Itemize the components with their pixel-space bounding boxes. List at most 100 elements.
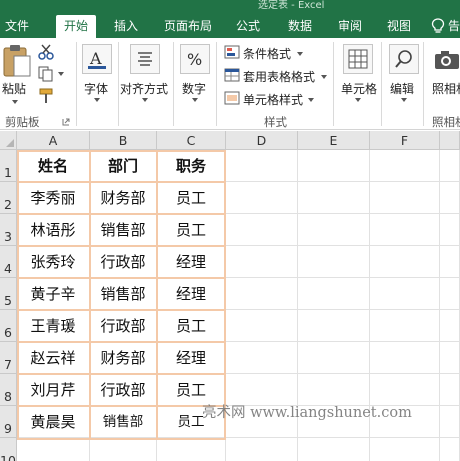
empty-cell[interactable] [440,182,460,214]
empty-cell[interactable] [298,150,370,182]
table-format-icon[interactable] [224,68,240,82]
paste-dropdown-caret[interactable] [12,100,18,104]
empty-cell[interactable] [440,310,460,342]
empty-cell[interactable] [226,342,298,374]
column-header-e[interactable]: E [298,131,370,150]
table-cell[interactable]: 财务部 [90,182,157,214]
empty-cell[interactable] [226,150,298,182]
empty-cell[interactable] [440,406,460,438]
empty-cell[interactable] [440,214,460,246]
empty-cell[interactable] [440,246,460,278]
column-header-b[interactable]: B [90,131,157,150]
table-cell[interactable]: 销售部 [90,406,157,438]
table-cell[interactable]: 王青瑗 [17,310,90,342]
table-header-cell[interactable]: 职务 [157,150,226,182]
empty-cell[interactable] [298,246,370,278]
font-caret[interactable] [94,98,100,102]
table-cell[interactable]: 行政部 [90,374,157,406]
row-header-6[interactable]: 6 [0,310,17,342]
alignment-caret[interactable] [142,98,148,102]
table-cell[interactable]: 林语彤 [17,214,90,246]
empty-cell[interactable] [370,310,440,342]
empty-cell[interactable] [440,278,460,310]
camera-icon[interactable] [434,50,460,70]
dialog-launcher-icon[interactable] [62,118,70,126]
row-header-7[interactable]: 7 [0,342,17,374]
row-header-2[interactable]: 2 [0,182,17,214]
empty-cell[interactable] [17,438,90,461]
table-cell[interactable]: 李秀丽 [17,182,90,214]
row-header-9[interactable]: 9 [0,406,17,438]
row-header-5[interactable]: 5 [0,278,17,310]
paste-label[interactable]: 粘贴 [2,80,26,97]
table-cell[interactable]: 销售部 [90,278,157,310]
row-header-4[interactable]: 4 [0,246,17,278]
empty-cell[interactable] [440,374,460,406]
camera-label[interactable]: 照相机 [432,80,460,97]
table-format-label[interactable]: 套用表格格式 [243,68,315,85]
empty-cell[interactable] [226,214,298,246]
table-cell[interactable]: 经理 [157,246,226,278]
tab-page-layout[interactable]: 页面布局 [157,15,219,38]
empty-cell[interactable] [370,214,440,246]
table-cell[interactable]: 黄子辛 [17,278,90,310]
editing-caret[interactable] [401,98,407,102]
table-cell[interactable]: 行政部 [90,310,157,342]
table-cell[interactable]: 行政部 [90,246,157,278]
empty-cell[interactable] [370,150,440,182]
empty-cell[interactable] [226,182,298,214]
empty-cell[interactable] [370,182,440,214]
table-cell[interactable]: 经理 [157,342,226,374]
row-header-3[interactable]: 3 [0,214,17,246]
empty-cell[interactable] [298,310,370,342]
empty-cell[interactable] [298,214,370,246]
empty-cell[interactable] [90,438,157,461]
table-cell[interactable]: 财务部 [90,342,157,374]
table-cell[interactable]: 员工 [157,214,226,246]
table-header-cell[interactable]: 姓名 [17,150,90,182]
tab-file[interactable]: 文件 [0,15,34,38]
empty-cell[interactable] [226,310,298,342]
empty-cell[interactable] [226,438,298,461]
format-painter-icon[interactable] [38,88,54,104]
alignment-label[interactable]: 对齐方式 [120,80,168,97]
copy-icon[interactable] [38,66,54,82]
cells-label[interactable]: 单元格 [341,80,377,97]
row-header-1[interactable]: 1 [0,150,17,182]
number-label[interactable]: 数字 [182,80,206,97]
tab-data[interactable]: 数据 [282,15,318,38]
copy-dropdown-caret[interactable] [58,72,64,76]
column-header-a[interactable]: A [17,131,90,150]
row-header-8[interactable]: 8 [0,374,17,406]
tab-view[interactable]: 视图 [381,15,417,38]
cell-style-icon[interactable] [224,91,240,105]
conditional-format-icon[interactable] [224,45,240,59]
table-cell[interactable]: 经理 [157,278,226,310]
lightbulb-icon[interactable] [431,18,445,34]
empty-cell[interactable] [440,438,460,461]
tab-formulas[interactable]: 公式 [230,15,266,38]
empty-cell[interactable] [370,278,440,310]
tab-insert[interactable]: 插入 [108,15,144,38]
empty-cell[interactable] [226,278,298,310]
column-header-overflow[interactable] [440,131,460,150]
table-cell[interactable]: 赵云祥 [17,342,90,374]
table-cell[interactable]: 张秀玲 [17,246,90,278]
empty-cell[interactable] [298,342,370,374]
empty-cell[interactable] [440,150,460,182]
column-header-c[interactable]: C [157,131,226,150]
empty-cell[interactable] [226,246,298,278]
tell-me-cut[interactable]: 告 [448,15,460,38]
conditional-format-caret[interactable] [297,52,303,56]
row-header-10[interactable]: 10 [0,438,17,461]
table-cell[interactable]: 销售部 [90,214,157,246]
cell-style-caret[interactable] [308,98,314,102]
conditional-format-label[interactable]: 条件格式 [243,45,291,62]
empty-cell[interactable] [157,438,226,461]
empty-cell[interactable] [370,246,440,278]
cell-style-label[interactable]: 单元格样式 [243,91,303,108]
table-cell[interactable]: 黄晨昊 [17,406,90,438]
cut-icon[interactable] [38,44,54,60]
empty-cell[interactable] [298,278,370,310]
empty-cell[interactable] [298,182,370,214]
